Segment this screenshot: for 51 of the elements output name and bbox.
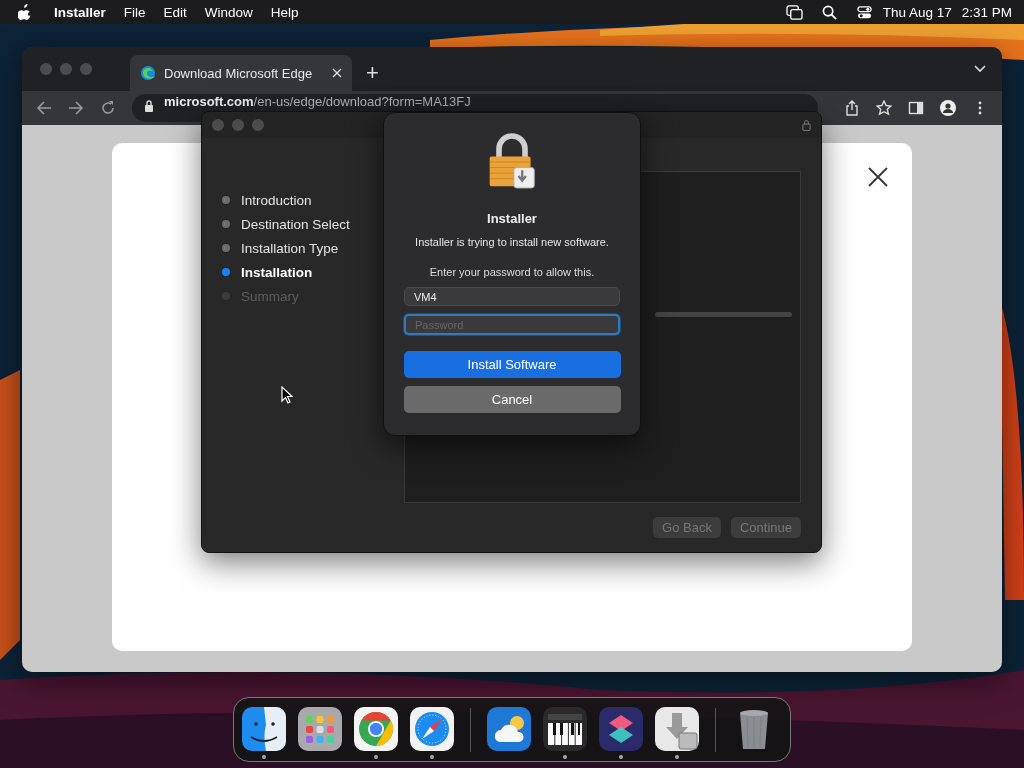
chrome-icon[interactable] — [354, 706, 398, 751]
back-arrow-icon[interactable] — [36, 100, 52, 116]
url-text: microsoft.com/en-us/edge/download?form=MA13FJ — [164, 95, 471, 109]
launchpad-icon[interactable] — [298, 706, 342, 751]
reload-icon[interactable] — [100, 100, 116, 116]
apple-logo-icon[interactable] — [18, 4, 32, 20]
step-label: Installation Type — [241, 240, 339, 256]
dialog-message: Installer is trying to install new software. — [415, 236, 609, 248]
forward-arrow-icon[interactable] — [68, 100, 84, 116]
cancel-button[interactable]: Cancel — [403, 386, 621, 413]
share-icon[interactable] — [844, 100, 860, 116]
edge-logo-icon — [140, 65, 156, 81]
installer-icon[interactable] — [655, 706, 699, 751]
dialog-title: Installer — [487, 211, 537, 226]
install-software-button[interactable]: Install Software — [403, 351, 621, 378]
star-icon[interactable] — [876, 100, 892, 116]
running-indicator — [675, 754, 679, 759]
control-center-icon[interactable] — [855, 4, 873, 20]
running-indicator — [563, 754, 567, 759]
shortcuts-icon[interactable] — [599, 706, 643, 751]
weather-icon[interactable] — [487, 706, 531, 751]
compass-icon[interactable] — [410, 706, 454, 751]
finder-icon[interactable] — [242, 706, 286, 751]
running-indicator — [430, 754, 434, 759]
side-panel-icon[interactable] — [908, 100, 924, 116]
running-indicator — [374, 754, 378, 759]
piano-keyboard-icon[interactable] — [543, 706, 587, 751]
new-tab-button[interactable]: + — [366, 61, 379, 85]
menu-item[interactable]: Window — [204, 4, 253, 20]
menu-item[interactable]: File — [123, 4, 146, 20]
running-indicator — [619, 754, 623, 759]
menubar-time: 2:31 PM — [961, 4, 1012, 20]
menu-item[interactable]: Help — [270, 4, 299, 20]
step-label: Introduction — [241, 192, 312, 208]
windows-icon[interactable] — [785, 4, 803, 20]
step-label: Destination Select — [241, 216, 350, 232]
dialog-prompt: Enter your password to allow this. — [429, 266, 595, 278]
close-icon[interactable] — [868, 167, 888, 187]
chevron-down-icon[interactable] — [974, 65, 986, 73]
step-label: Installation — [241, 264, 313, 280]
lock-icon — [144, 100, 154, 112]
username-field[interactable]: VM4 — [404, 287, 620, 306]
browser-tab[interactable]: Download Microsoft Edge — [130, 55, 352, 91]
mouse-pointer-icon — [281, 386, 293, 404]
lock-icon — [802, 119, 811, 131]
profile-icon[interactable] — [940, 100, 956, 116]
search-icon[interactable] — [820, 4, 838, 20]
menu-item[interactable]: Edit — [163, 4, 187, 20]
running-indicator — [262, 754, 266, 759]
menubar-date: Thu Aug 17 — [882, 4, 952, 20]
app-menu[interactable]: Installer — [54, 4, 106, 20]
